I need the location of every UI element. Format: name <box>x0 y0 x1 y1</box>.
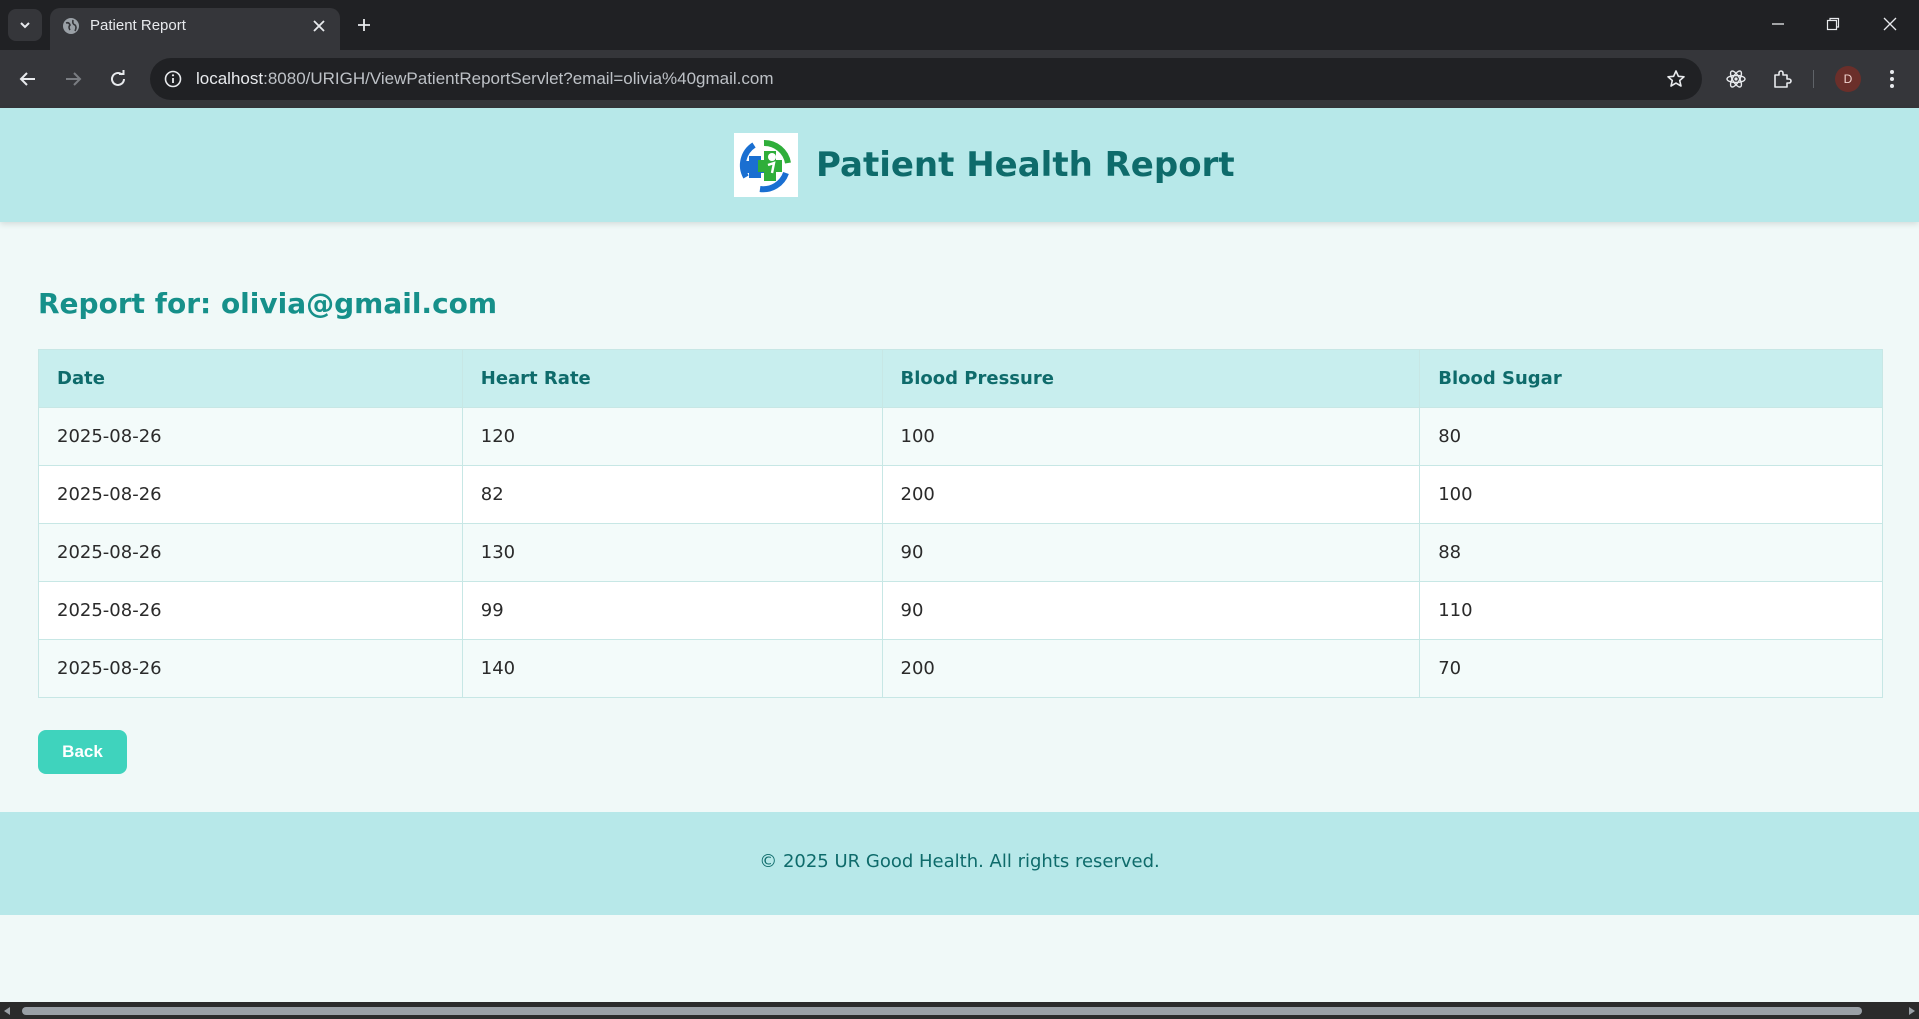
table-row: 2025-08-26 130 90 88 <box>38 523 1883 582</box>
back-nav-button[interactable] <box>12 63 44 95</box>
table-header-row: Date Heart Rate Blood Pressure Blood Sug… <box>38 349 1883 408</box>
arrow-left-icon <box>19 72 35 86</box>
scroll-left-arrow-icon[interactable] <box>2 1006 12 1016</box>
browser-menu-icon[interactable] <box>1878 65 1906 93</box>
health-cross-logo-icon <box>734 133 798 197</box>
cell-blood-pressure: 200 <box>881 465 1421 524</box>
cell-date: 2025-08-26 <box>38 465 463 524</box>
cell-date: 2025-08-26 <box>38 523 463 582</box>
horizontal-scrollbar[interactable] <box>0 1002 1919 1019</box>
cell-date: 2025-08-26 <box>38 581 463 640</box>
report-heading: Report for: olivia@gmail.com <box>38 287 498 320</box>
cell-blood-sugar: 80 <box>1419 407 1883 466</box>
tab-title: Patient Report <box>90 17 186 34</box>
new-tab-button[interactable] <box>350 12 378 38</box>
table-row: 2025-08-26 99 90 110 <box>38 581 1883 640</box>
cell-heart-rate: 82 <box>461 465 883 524</box>
browser-tab[interactable]: Patient Report <box>50 8 340 50</box>
url-host: localhost <box>196 69 264 88</box>
tab-search-button[interactable] <box>8 9 42 41</box>
column-header-blood-pressure: Blood Pressure <box>881 349 1421 408</box>
cell-blood-pressure: 200 <box>881 639 1421 698</box>
plus-icon <box>358 19 370 31</box>
site-info-icon[interactable] <box>160 66 186 92</box>
cell-heart-rate: 130 <box>461 523 883 582</box>
cell-blood-pressure: 90 <box>881 523 1421 582</box>
cell-blood-sugar: 100 <box>1419 465 1883 524</box>
column-header-blood-sugar: Blood Sugar <box>1419 349 1883 408</box>
close-icon <box>1883 17 1897 31</box>
toolbar-separator <box>1813 70 1814 88</box>
cell-blood-sugar: 88 <box>1419 523 1883 582</box>
back-button[interactable]: Back <box>38 730 127 774</box>
close-tab-icon[interactable] <box>308 15 330 37</box>
browser-tab-bar: Patient Report <box>0 0 1919 50</box>
table-row: 2025-08-26 82 200 100 <box>38 465 1883 524</box>
chevron-down-icon <box>20 22 30 29</box>
reload-icon <box>111 70 125 86</box>
cell-blood-pressure: 100 <box>881 407 1421 466</box>
restore-button[interactable] <box>1815 8 1851 40</box>
column-header-date: Date <box>38 349 463 408</box>
arrow-right-icon <box>66 72 82 86</box>
url-path: :8080/URIGH/ViewPatientReportServlet?ema… <box>263 69 774 88</box>
cell-heart-rate: 99 <box>461 581 883 640</box>
cell-blood-sugar: 110 <box>1419 581 1883 640</box>
cell-date: 2025-08-26 <box>38 407 463 466</box>
globe-icon <box>63 18 79 34</box>
cell-date: 2025-08-26 <box>38 639 463 698</box>
minimize-icon <box>1772 23 1784 25</box>
patient-report-table: Date Heart Rate Blood Pressure Blood Sug… <box>38 349 1883 698</box>
site-footer: © 2025 UR Good Health. All rights reserv… <box>0 812 1919 915</box>
forward-nav-button[interactable] <box>57 63 89 95</box>
table-row: 2025-08-26 120 100 80 <box>38 407 1883 466</box>
scrollbar-thumb[interactable] <box>22 1007 1862 1015</box>
cell-heart-rate: 120 <box>461 407 883 466</box>
extensions-puzzle-icon[interactable] <box>1768 65 1796 93</box>
reload-button[interactable] <box>102 63 134 95</box>
bookmark-star-icon[interactable] <box>1664 67 1688 91</box>
page-title: Patient Health Report <box>816 145 1235 185</box>
cell-blood-pressure: 90 <box>881 581 1421 640</box>
browser-toolbar: localhost:8080/URIGH/ViewPatientReportSe… <box>0 50 1919 108</box>
restore-icon <box>1826 17 1840 31</box>
address-bar[interactable]: localhost:8080/URIGH/ViewPatientReportSe… <box>150 58 1702 100</box>
cell-blood-sugar: 70 <box>1419 639 1883 698</box>
page-content: Patient Health Report Report for: olivia… <box>0 108 1919 1002</box>
close-window-button[interactable] <box>1872 8 1908 40</box>
footer-copyright: © 2025 UR Good Health. All rights reserv… <box>759 851 1160 872</box>
url-text: localhost:8080/URIGH/ViewPatientReportSe… <box>196 69 774 89</box>
site-header: Patient Health Report <box>0 108 1919 222</box>
cell-heart-rate: 140 <box>461 639 883 698</box>
profile-avatar[interactable]: D <box>1835 66 1861 92</box>
react-devtools-icon[interactable] <box>1722 65 1750 93</box>
scroll-right-arrow-icon[interactable] <box>1907 1006 1917 1016</box>
minimize-button[interactable] <box>1760 8 1796 40</box>
table-row: 2025-08-26 140 200 70 <box>38 639 1883 698</box>
column-header-heart-rate: Heart Rate <box>461 349 883 408</box>
